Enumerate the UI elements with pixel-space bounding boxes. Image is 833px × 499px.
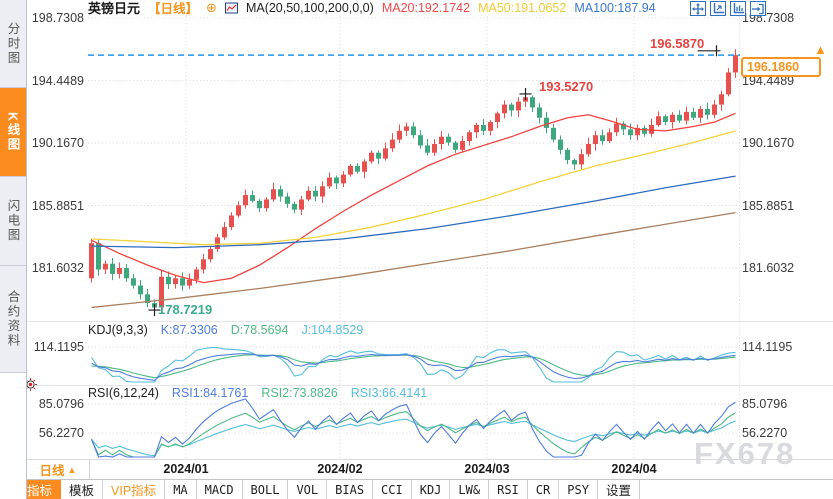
price-tick-label: 185.8851 [742,198,795,213]
toolbar-item-CCI[interactable]: CCI [373,480,412,499]
x-axis: 日线 ▲ [0,459,833,480]
date-label: 2024/03 [464,462,510,476]
sidebar-tab-合约资料[interactable]: 合约资料 [0,266,26,373]
high-price-annotation: 196.5870 [650,36,705,51]
kdj-pane-header: KDJ(9,3,3) K:87.3306 D:78.5694 J:104.852… [88,323,363,337]
ma50-value: MA50:191.0652 [478,0,567,15]
symbol-name: 英镑日元 [88,1,141,16]
move-icon[interactable] [690,1,706,16]
toolbar-item-LW&[interactable]: LW& [450,480,490,499]
sidebar-tab-分时图[interactable]: 分时图 [0,0,26,88]
rsi-tick-label: 56.2270 [742,426,788,440]
kdj-k-value: K:87.3306 [160,323,218,337]
sidebar: 分时图 K线图 闪电图 合约资料 [0,0,27,499]
toolbar-item-PSY[interactable]: PSY [559,480,598,499]
ma100-value: MA100:187.94 [574,0,656,15]
kdj-j-value: J:104.8529 [301,323,364,337]
price-tick-label: 198.7308 [31,11,84,25]
rsi-tick-label: 56.2270 [38,426,84,440]
exit-right-icon[interactable] [750,1,766,16]
toolbar-item-模板[interactable]: 模板 [61,480,104,499]
toolbar-item-VIP指标[interactable]: VIP指标 [103,480,166,499]
rsi1-value: RSI1:84.1761 [171,386,249,400]
period-label[interactable]: 【日线】 [148,0,198,17]
triangle-up-icon: ▲ [67,464,77,475]
kdj-tick-label: 114.1195 [742,340,793,354]
date-label: 2024/02 [317,462,363,476]
toolbar-item-BIAS[interactable]: BIAS [327,480,374,499]
rsi-tick-label: 85.0796 [38,397,84,411]
period-selector-button[interactable]: 日线 ▲ [27,460,90,479]
price-tick-label: 190.1670 [742,136,795,150]
price-tick-label: 185.8851 [31,198,84,213]
ma20-value: MA20:192.1742 [381,0,471,15]
price-tick-label: 190.1670 [31,136,84,150]
chart-tool-icons [690,1,766,16]
toolbar-item-MACD[interactable]: MACD [197,480,243,499]
rsi-title[interactable]: RSI(6,12,24) [88,386,159,400]
price-tick-label: 181.6032 [742,261,795,275]
price-tick-label: 194.4489 [31,73,84,88]
sidebar-tab-K线图[interactable]: K线图 [0,88,26,177]
price-up-arrow-icon: ▲ [814,42,827,57]
period-button-label: 日线 [39,464,65,478]
rsi3-value: RSI3:66.4141 [350,386,428,400]
rsi-pane-header: RSI(6,12,24) RSI1:84.1761 RSI2:73.8826 R… [88,386,427,400]
rsi-tick-label: 85.0796 [742,397,788,411]
indicator-toolbar: 指标 模板 VIP指标 MA MACD BOLL VOL BIAS CCI KDJ LW& RSI CR… [0,479,833,499]
toolbar-item-BOLL[interactable]: BOLL [243,480,289,499]
current-price-label: 196.1860 [741,57,821,77]
ma-settings-label[interactable]: MA(20,50,100,200,0,0) [246,1,374,15]
toolbar-item-设置[interactable]: 设置 [598,480,640,499]
kdj-d-value: D:78.5694 [230,323,289,337]
rsi2-value: RSI2:73.8826 [261,386,338,400]
sidebar-tab-闪电图[interactable]: 闪电图 [0,177,26,266]
ma-chart-icon [224,2,238,14]
toolbar-item-CR[interactable]: CR [528,480,560,499]
price-tick-label: 181.6032 [31,261,84,275]
toolbar-item-VOL[interactable]: VOL [288,480,328,499]
kdj-tick-label: 114.1195 [33,340,84,354]
low-price-annotation: 178.7219 [158,302,213,317]
chart-header: 英镑日元 【日线】 ⊕ MA(20,50,100,200,0,0) MA20:1… [88,0,656,17]
kdj-title[interactable]: KDJ(9,3,3) [88,323,148,337]
date-label: 2024/04 [611,462,657,476]
toolbar-item-RSI[interactable]: RSI [489,480,528,499]
toolbar-item-MA[interactable]: MA [165,480,197,499]
date-label: 2024/01 [163,462,209,476]
chart-application: FX678 分时图 K线图 闪电图 合约资料 英镑日元 【日线】 ⊕ MA(20,50… [0,0,833,499]
add-indicator-icon[interactable]: ⊕ [206,1,217,14]
swing-high-annotation: 193.5270 [539,79,594,94]
toolbar-item-KDJ[interactable]: KDJ [412,480,451,499]
axis-pan-icon[interactable] [710,1,726,16]
axis-fit-icon[interactable] [730,1,746,16]
